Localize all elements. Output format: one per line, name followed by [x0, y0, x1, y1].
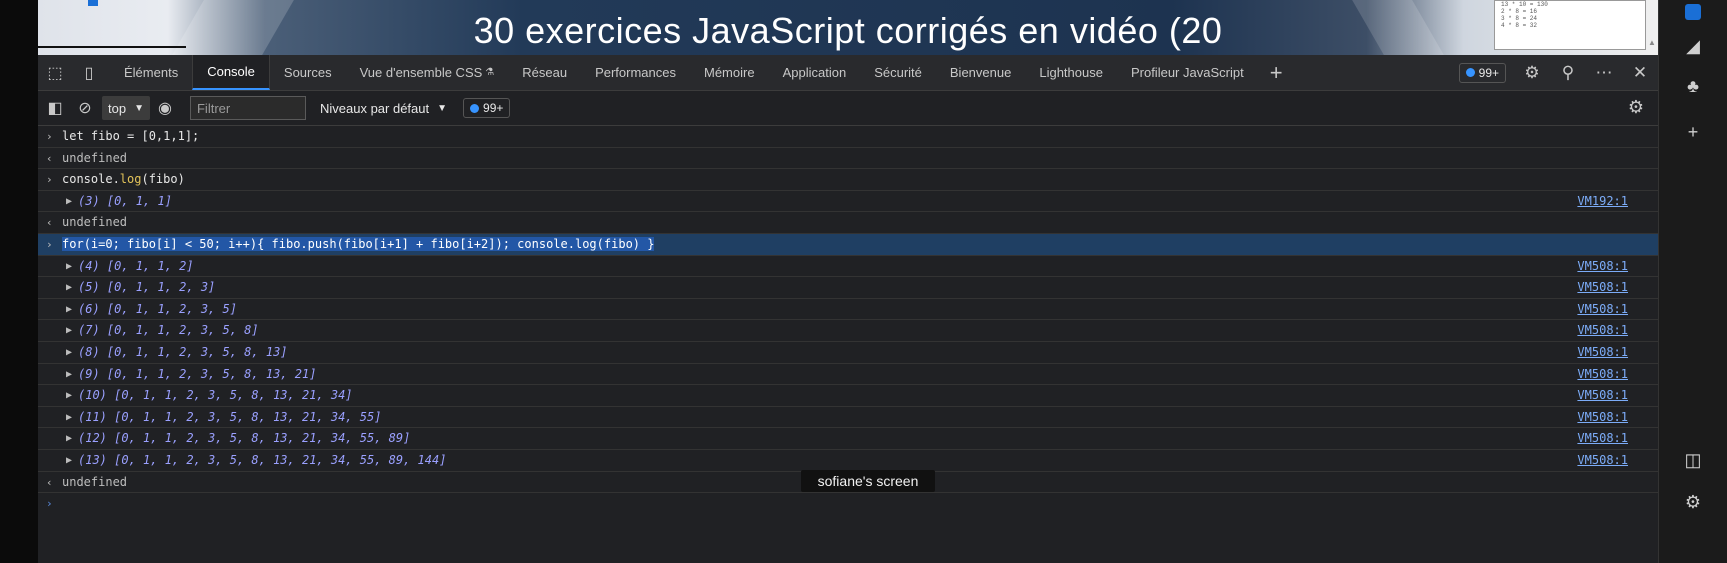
- source-link[interactable]: VM508:1: [1577, 385, 1628, 407]
- banner-logo-mark: [88, 0, 98, 6]
- source-link[interactable]: VM508:1: [1577, 320, 1628, 342]
- console-output[interactable]: ▶ (6) [0, 1, 1, 2, 3, 5] VM508:1: [38, 299, 1658, 321]
- add-icon[interactable]: +: [1681, 122, 1705, 143]
- send-icon[interactable]: ◢: [1681, 36, 1705, 57]
- issues-icon: [1465, 68, 1475, 77]
- console-output[interactable]: ▶ (3) [0, 1, 1] VM192:1: [38, 191, 1658, 213]
- console-output[interactable]: ▶ (13) [0, 1, 1, 2, 3, 5, 8, 13, 21, 34, …: [38, 450, 1658, 472]
- levels-dropdown[interactable]: Niveaux par défaut ▼: [314, 96, 453, 120]
- expand-triangle-icon[interactable]: ▶: [66, 428, 72, 450]
- tab-performances[interactable]: Performances: [581, 55, 690, 90]
- tab-profileur-javascript[interactable]: Profileur JavaScript: [1117, 55, 1258, 90]
- add-tab-icon[interactable]: +: [1258, 60, 1295, 86]
- return-arrow-icon: ‹: [46, 151, 53, 165]
- tab-console[interactable]: Console: [192, 55, 270, 90]
- thumbnail-sheet: 13 * 10 = 130 2 * 8 = 16 3 * 8 = 24 4 * 8 =…: [1494, 0, 1646, 50]
- sidebar-settings-gear-icon[interactable]: ⚙: [1681, 492, 1705, 513]
- expand-triangle-icon[interactable]: ▶: [66, 450, 72, 472]
- expand-triangle-icon[interactable]: ▶: [66, 342, 72, 364]
- tab-réseau[interactable]: Réseau: [508, 55, 581, 90]
- live-expression-eye-icon[interactable]: ◉: [150, 91, 180, 126]
- source-link[interactable]: VM508:1: [1577, 450, 1628, 472]
- chevron-down-icon: ▼: [437, 102, 448, 114]
- tab-mémoire[interactable]: Mémoire: [690, 55, 769, 90]
- source-link[interactable]: VM508:1: [1577, 342, 1628, 364]
- loop-results: ▶ (4) [0, 1, 1, 2] VM508:1 ▶ (5) [0, 1, 1, 2…: [38, 256, 1658, 472]
- console-settings-gear-icon[interactable]: ⚙: [1628, 97, 1644, 118]
- inspect-element-icon[interactable]: ⬚: [38, 55, 72, 90]
- context-selector[interactable]: top ▼: [102, 96, 150, 120]
- tab-éléments[interactable]: Éléments: [110, 55, 192, 90]
- expand-triangle-icon[interactable]: ▶: [66, 277, 72, 299]
- source-link[interactable]: VM508:1: [1577, 407, 1628, 429]
- console-toolbar: ◧ ⊘ top▼ ◉ Niveaux par défaut▼ 99+ ⚙: [38, 91, 1658, 126]
- source-link[interactable]: VM508:1: [1577, 256, 1628, 278]
- video-banner: 30 exercices JavaScript corrigés en vidé…: [38, 0, 1658, 55]
- console-output[interactable]: ▶ (7) [0, 1, 1, 2, 3, 5, 8] VM508:1: [38, 320, 1658, 342]
- issues-badge[interactable]: 99+: [1458, 62, 1506, 83]
- left-edge: [0, 0, 38, 563]
- source-link[interactable]: VM508:1: [1577, 299, 1628, 321]
- console-output[interactable]: ▶ (4) [0, 1, 1, 2] VM508:1: [38, 256, 1658, 278]
- expand-triangle-icon[interactable]: ▶: [66, 407, 72, 429]
- tab-lighthouse[interactable]: Lighthouse: [1025, 55, 1117, 90]
- source-link[interactable]: VM508:1: [1577, 428, 1628, 450]
- toolbar-issues-badge[interactable]: 99+: [463, 98, 511, 118]
- devtools-tabs: Éléments Console Sources Vue d'ensemble CSS…: [110, 55, 1258, 90]
- clear-console-icon[interactable]: ⊘: [70, 91, 100, 126]
- tab-sources[interactable]: Sources: [270, 55, 346, 90]
- devtools-tabbar: ⬚ ▯ Éléments Console Sources Vue d'ensemble…: [38, 55, 1658, 91]
- expand-triangle-icon[interactable]: ▶: [66, 364, 72, 386]
- expand-triangle-icon[interactable]: ▶: [66, 191, 72, 213]
- close-icon[interactable]: ✕: [1622, 63, 1658, 83]
- console-log: › let fibo = [0,1,1]; ‹ undefined › console…: [38, 126, 1658, 515]
- chevron-down-icon: ▼: [134, 102, 144, 114]
- input-prompt-icon: ›: [46, 173, 53, 187]
- issues-icon: [470, 103, 480, 113]
- console-input: › let fibo = [0,1,1];: [38, 126, 1658, 148]
- input-prompt-icon: ›: [46, 497, 53, 511]
- input-prompt-icon: ›: [46, 130, 53, 143]
- expand-triangle-icon[interactable]: ▶: [66, 256, 72, 278]
- split-view-icon[interactable]: ◫: [1681, 450, 1705, 471]
- console-output[interactable]: ▶ (9) [0, 1, 1, 2, 3, 5, 8, 13, 21] VM508:…: [38, 364, 1658, 386]
- input-prompt-icon: ›: [46, 237, 53, 251]
- sidebar-toggle-icon[interactable]: ◧: [40, 91, 70, 126]
- console-output[interactable]: ▶ (12) [0, 1, 1, 2, 3, 5, 8, 13, 21, 34, …: [38, 428, 1658, 450]
- source-link[interactable]: VM192:1: [1577, 191, 1628, 213]
- expand-triangle-icon[interactable]: ▶: [66, 299, 72, 321]
- return-arrow-icon: ‹: [46, 216, 53, 230]
- console-output[interactable]: ▶ (5) [0, 1, 1, 2, 3] VM508:1: [38, 277, 1658, 299]
- expand-triangle-icon[interactable]: ▶: [66, 320, 72, 342]
- console-return: ‹ undefined: [38, 148, 1658, 170]
- device-toolbar-icon[interactable]: ▯: [72, 55, 106, 90]
- edge-sidebar: ◢ ♣ + ◫ ⚙: [1658, 0, 1727, 563]
- source-link[interactable]: VM508:1: [1577, 277, 1628, 299]
- experimental-flask-icon: ⚗: [485, 67, 495, 78]
- expand-triangle-icon[interactable]: ▶: [66, 385, 72, 407]
- console-output[interactable]: ▶ (11) [0, 1, 1, 2, 3, 5, 8, 13, 21, 34, …: [38, 407, 1658, 429]
- tab-application[interactable]: Application: [769, 55, 861, 90]
- settings-gear-icon[interactable]: ⚙: [1514, 63, 1550, 83]
- video-title: 30 exercices JavaScript corrigés en vidé…: [473, 10, 1223, 51]
- tab-sécurité[interactable]: Sécurité: [860, 55, 936, 90]
- screen-share-caption: sofiane's screen: [801, 470, 935, 492]
- tree-icon[interactable]: ♣: [1681, 76, 1705, 97]
- console-input: › console.log(fibo): [38, 169, 1658, 191]
- source-link[interactable]: VM508:1: [1577, 364, 1628, 386]
- console-prompt[interactable]: ›: [38, 493, 1658, 515]
- connect-icon[interactable]: ⚲: [1550, 63, 1586, 83]
- tab-vue-d-ensemble-css[interactable]: Vue d'ensemble CSS ⚗: [346, 55, 509, 90]
- console-output[interactable]: ▶ (8) [0, 1, 1, 2, 3, 5, 8, 13] VM508:1: [38, 342, 1658, 364]
- console-output[interactable]: ▶ (10) [0, 1, 1, 2, 3, 5, 8, 13, 21, 34] V…: [38, 385, 1658, 407]
- filter-input[interactable]: [189, 96, 306, 120]
- scroll-up-arrow[interactable]: ▲: [1648, 38, 1656, 47]
- return-arrow-icon: ‹: [46, 475, 53, 489]
- more-options-icon[interactable]: ⋯: [1586, 63, 1622, 83]
- console-return: ‹ undefined: [38, 212, 1658, 234]
- outlook-icon[interactable]: [1681, 4, 1705, 25]
- console-input-selected: › for(i=0; fibo[i] < 50; i++){ fibo.push(…: [38, 233, 1658, 256]
- tab-bienvenue[interactable]: Bienvenue: [936, 55, 1025, 90]
